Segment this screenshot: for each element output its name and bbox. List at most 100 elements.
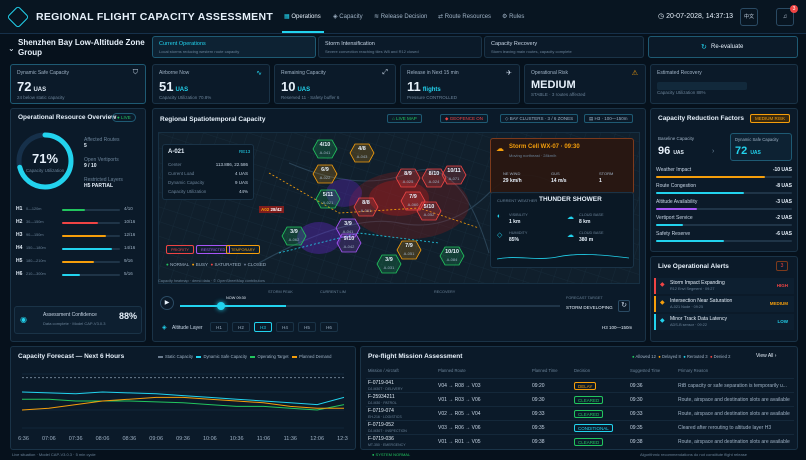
hex-label: 8/9 A-025: [402, 171, 414, 184]
mission-id: F-25934211: [368, 394, 395, 400]
x-tick-label: 08:06: [96, 436, 110, 442]
step-current-operations[interactable]: Current Operations Local storms reducing…: [152, 36, 316, 58]
mission-route: V04 → R08 → V03: [438, 383, 481, 389]
expand-icon: ⤢: [382, 69, 388, 76]
stat-affected-routes: Affected Routes 5: [84, 137, 120, 149]
mission-aircraft: EH-216 · LOGISTICS: [368, 415, 402, 419]
altitude-tab[interactable]: H4: [276, 322, 294, 332]
tab-release-decision[interactable]: ≋ Release Decision: [374, 13, 427, 20]
baseline-label: Baseline Capacity: [658, 136, 695, 141]
humidity-icon: ◇: [497, 232, 503, 239]
map-hex-cell[interactable]: 3/9 A-031: [376, 254, 402, 274]
alert-item[interactable]: ◆ Minor Track Data Latency ADS-B sensor · …: [654, 314, 794, 330]
live-map-button[interactable]: ⌂ LIVE MAP: [387, 114, 422, 123]
map-hex-cell[interactable]: 10/11 A-071: [441, 165, 467, 185]
x-tick-label: 12:36: [337, 436, 348, 442]
altitude-filter-button[interactable]: ▤ H3 · 100—150m: [584, 114, 633, 123]
pulse-icon: ∿: [256, 70, 262, 77]
map-hex-cell[interactable]: 5/11 A-021: [315, 189, 341, 209]
layer-row[interactable]: H1 0—120m 4/10: [16, 206, 140, 216]
mission-reason: Route, airspace and destination slots ar…: [678, 411, 790, 417]
x-tick-label: 09:36: [176, 436, 190, 442]
map-hex-cell[interactable]: 9/10 A-042: [336, 233, 362, 253]
factor-value: -8 UAS: [775, 183, 792, 189]
map-hex-cell[interactable]: 6/9 A-022: [312, 164, 338, 184]
altitude-tab[interactable]: H2: [232, 322, 250, 332]
route-icon: ⇄: [438, 14, 444, 20]
hex-label: 4/8 A-043: [356, 146, 368, 159]
step-storm-intensification[interactable]: Storm Intensification Severe convection …: [318, 36, 482, 58]
mission-row[interactable]: F-0719-074 EH-216 · LOGISTICS V02 → R05 → …: [366, 406, 794, 420]
mission-time: 09:33: [532, 411, 545, 417]
geofence-button[interactable]: ◆ GEOFENCE ON: [440, 114, 488, 123]
tab-route-resources[interactable]: ⇄ Route Resources: [438, 13, 491, 20]
recovery-placeholder: [657, 82, 747, 90]
decision-badge: CONDITIONAL: [574, 424, 613, 432]
legend-dynamic: Dynamic Safe Capacity: [196, 354, 247, 359]
layer-range: 90—150m: [26, 233, 44, 237]
layer-row[interactable]: H4 150—180m 14/16: [16, 245, 140, 255]
mission-row[interactable]: F-0719-036 MT-350 · EMERGENCY V01 → R01 → …: [366, 434, 794, 448]
mission-id: F-0719-052: [368, 422, 394, 428]
bay-clusters-button[interactable]: ◇ BAY CLUSTERS · 3 / 6 ZONES: [500, 114, 579, 123]
altitude-tab[interactable]: H6: [320, 322, 338, 332]
layer-bar-fill: [62, 222, 98, 224]
mission-aircraft: DJ-M30T · DELIVERY: [368, 387, 403, 391]
reset-icon[interactable]: ↻: [618, 300, 630, 312]
tab-rules[interactable]: ⚙ Rules: [502, 13, 524, 20]
x-tick-label: 11:06: [257, 436, 270, 442]
alert-item[interactable]: ◆ Intersection Near Saturation A-021 Node …: [654, 296, 794, 312]
map-hex-cell[interactable]: 8/8 A-061: [353, 197, 379, 217]
view-all-link[interactable]: View All ›: [756, 353, 776, 359]
mission-route: V02 → R05 → V04: [438, 411, 481, 417]
map-hex-cell[interactable]: 10/10 A-084: [439, 246, 465, 266]
step-capacity-recovery[interactable]: Capacity Recovery Storm leaving main rou…: [484, 36, 644, 58]
refresh-icon: ↻: [701, 44, 707, 51]
layer-name: H4: [16, 245, 23, 251]
mission-row[interactable]: F-0719-052 DJ-M30T · INSPECTION V03 → R06 …: [366, 420, 794, 434]
layer-row[interactable]: H3 90—150m 12/16: [16, 232, 140, 242]
map-hex-cell[interactable]: 4/10 A-041: [312, 139, 338, 159]
language-button[interactable]: 中文: [740, 8, 758, 26]
overview-title: Operational Resource Overview: [18, 114, 117, 121]
map-hex-cell[interactable]: 5/10 A-052: [416, 201, 442, 221]
layer-bar: [62, 209, 120, 211]
map-hex-cell[interactable]: 3/9 A-062: [281, 226, 307, 246]
altitude-tab[interactable]: H5: [298, 322, 316, 332]
factor-name: Safety Reserve: [656, 231, 691, 237]
play-button[interactable]: ▶: [160, 296, 174, 310]
mission-route: V01 → R01 → V05: [438, 439, 481, 445]
layer-row[interactable]: H6 210—300m 5/16: [16, 271, 140, 281]
chevron-down-icon[interactable]: ⌄: [8, 44, 15, 53]
tab-capacity[interactable]: ◈ Capacity: [333, 13, 363, 20]
altitude-tab[interactable]: H3: [254, 322, 272, 332]
layer-bar: [62, 261, 120, 263]
layer-bar: [62, 248, 120, 250]
factor-row: Route Congestion -8 UAS: [656, 183, 792, 197]
tab-operations[interactable]: ▦ Operations: [284, 13, 321, 20]
layer-value: 5/16: [124, 271, 133, 276]
alerts-count: 3: [776, 261, 788, 271]
map-hex-cell[interactable]: 8/9 A-025: [395, 168, 421, 188]
layer-name: H2: [16, 219, 23, 225]
zone-name[interactable]: Shenzhen Bay Low-Altitude Zone Group: [18, 38, 148, 58]
mission-id: F-0719-041: [368, 380, 394, 386]
layer-row[interactable]: H5 180—210m 9/16: [16, 258, 140, 268]
mission-row[interactable]: F-25934211 DJ-M30 · PATROL V01 → R03 → V06…: [366, 392, 794, 406]
timeline-handle[interactable]: [217, 302, 225, 310]
map-hex-cell[interactable]: 4/8 A-043: [349, 143, 375, 163]
active-tab-indicator: [282, 31, 324, 33]
x-tick-label: 08:36: [122, 436, 136, 442]
factor-bar-fill: [656, 176, 765, 178]
layer-row[interactable]: H2 30—150m 10/16: [16, 219, 140, 229]
mission-row[interactable]: F-0719-041 DJ-M30T · DELIVERY V04 → R08 → …: [366, 378, 794, 392]
alert-item[interactable]: ◆ Storm Impact Expanding R12 Envi Segment …: [654, 278, 794, 294]
re-evaluate-button[interactable]: ↻ Re-evaluate: [648, 36, 798, 58]
x-tick-label: 07:36: [69, 436, 83, 442]
layer-bar-fill: [62, 248, 113, 250]
layer-bar-fill: [62, 209, 86, 211]
timeline-label-now: NOW 09:30: [226, 296, 246, 300]
visibility-icon: ◐: [497, 213, 502, 220]
altitude-tab[interactable]: H1: [210, 322, 228, 332]
mission-aircraft: DJ-M30 · PATROL: [368, 401, 397, 405]
